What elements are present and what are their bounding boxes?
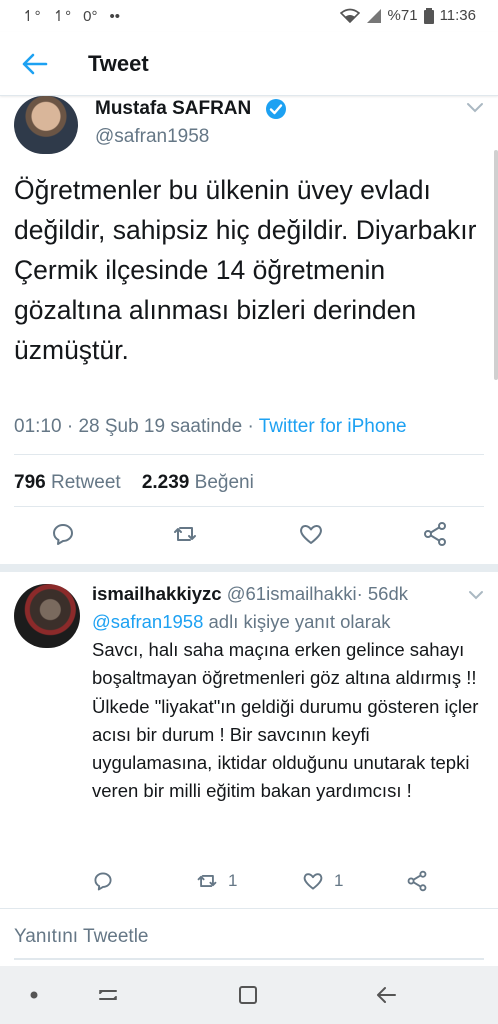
compose-reply-input[interactable]: Yanıtını Tweetle [14, 926, 149, 948]
nav-dot-icon[interactable] [22, 983, 46, 1007]
reply-retweet-button[interactable]: 1 [196, 870, 237, 892]
avatar[interactable] [14, 584, 80, 648]
tweet-counts: 796 Retweet 2.239 Beğeni [14, 472, 254, 494]
heart-icon [303, 873, 323, 890]
author-name[interactable]: Mustafa SAFRAN [95, 98, 251, 120]
chevron-down-icon[interactable] [466, 102, 484, 114]
avatar[interactable] [14, 96, 78, 154]
like-count[interactable]: 2.239 [142, 472, 190, 493]
tweet-time: 01:10 [14, 416, 62, 437]
status-bar: ↿° ↿° 0° •• %71 11:36 [0, 0, 498, 32]
home-icon[interactable] [236, 983, 260, 1007]
reply-icon[interactable] [50, 521, 76, 547]
meta-separator: · [356, 583, 363, 604]
reply-author-name[interactable]: ismailhakkiyzc [92, 583, 222, 604]
clock: 11:36 [439, 7, 476, 24]
replying-to: @safran1958 adlı kişiye yanıt olarak [92, 611, 391, 633]
reply-actions: 1 1 [0, 870, 498, 894]
reply-like-button[interactable]: 1 [302, 870, 343, 892]
reply-header: ismailhakkiyzc @61ismailhakki· 56dk [92, 583, 408, 605]
retweet-label[interactable]: Retweet [51, 472, 121, 493]
divider [14, 506, 484, 507]
share-icon[interactable] [422, 521, 448, 547]
system-nav-bar [0, 966, 498, 1024]
mention-link[interactable]: @safran1958 [92, 611, 203, 632]
back-icon[interactable] [374, 983, 398, 1007]
reply-icon[interactable] [92, 870, 114, 892]
reply-text: Savcı, halı saha maçına erken gelince sa… [92, 639, 479, 802]
network-arrow-icon: ↿° [22, 8, 41, 25]
replying-suffix: adlı kişiye yanıt olarak [208, 611, 391, 632]
reply-retweet-count: 1 [228, 871, 238, 890]
tweet-text: Öğretmenler bu ülkenin üvey evladı değil… [14, 175, 477, 365]
dots-icon: •• [109, 7, 121, 25]
reply-author-handle[interactable]: @61ismailhakki [227, 583, 357, 604]
reply-age: 56dk [367, 583, 408, 604]
network-arrow-icon: ↿° [52, 8, 72, 25]
divider [14, 454, 484, 455]
retweet-icon [197, 874, 217, 888]
recent-apps-icon[interactable] [96, 983, 120, 1007]
share-icon[interactable] [406, 870, 428, 892]
heart-icon[interactable] [298, 521, 324, 547]
retweet-count[interactable]: 796 [14, 472, 46, 493]
scrollbar-thumb[interactable] [494, 150, 498, 380]
wifi-icon [339, 8, 360, 23]
page-title: Tweet [88, 51, 149, 76]
battery-icon [423, 7, 434, 24]
verified-badge-icon [266, 99, 286, 119]
signal-icon [366, 8, 381, 23]
tweet-actions [0, 521, 498, 555]
author-handle[interactable]: @safran1958 [95, 126, 209, 148]
compose-underline [14, 958, 484, 960]
battery-percent: %71 [387, 7, 418, 24]
reply-like-count: 1 [334, 871, 344, 890]
meta-separator: · [247, 416, 254, 437]
compose-reply-bar[interactable]: Yanıtını Tweetle [0, 908, 498, 966]
back-arrow-icon[interactable] [20, 52, 48, 76]
tweet-source-link[interactable]: Twitter for iPhone [259, 416, 407, 437]
app-bar: Tweet [0, 32, 498, 96]
tweet-meta: 01:10 · 28 Şub 19 saatinde · Twitter for… [14, 416, 407, 438]
meta-separator: · [66, 416, 74, 437]
tweet-date: 28 Şub 19 saatinde [78, 416, 243, 437]
retweet-icon[interactable] [172, 521, 198, 547]
like-label[interactable]: Beğeni [195, 472, 254, 493]
degree-icon: 0° [83, 7, 98, 25]
section-divider [0, 564, 498, 572]
chevron-down-icon[interactable] [468, 590, 484, 600]
